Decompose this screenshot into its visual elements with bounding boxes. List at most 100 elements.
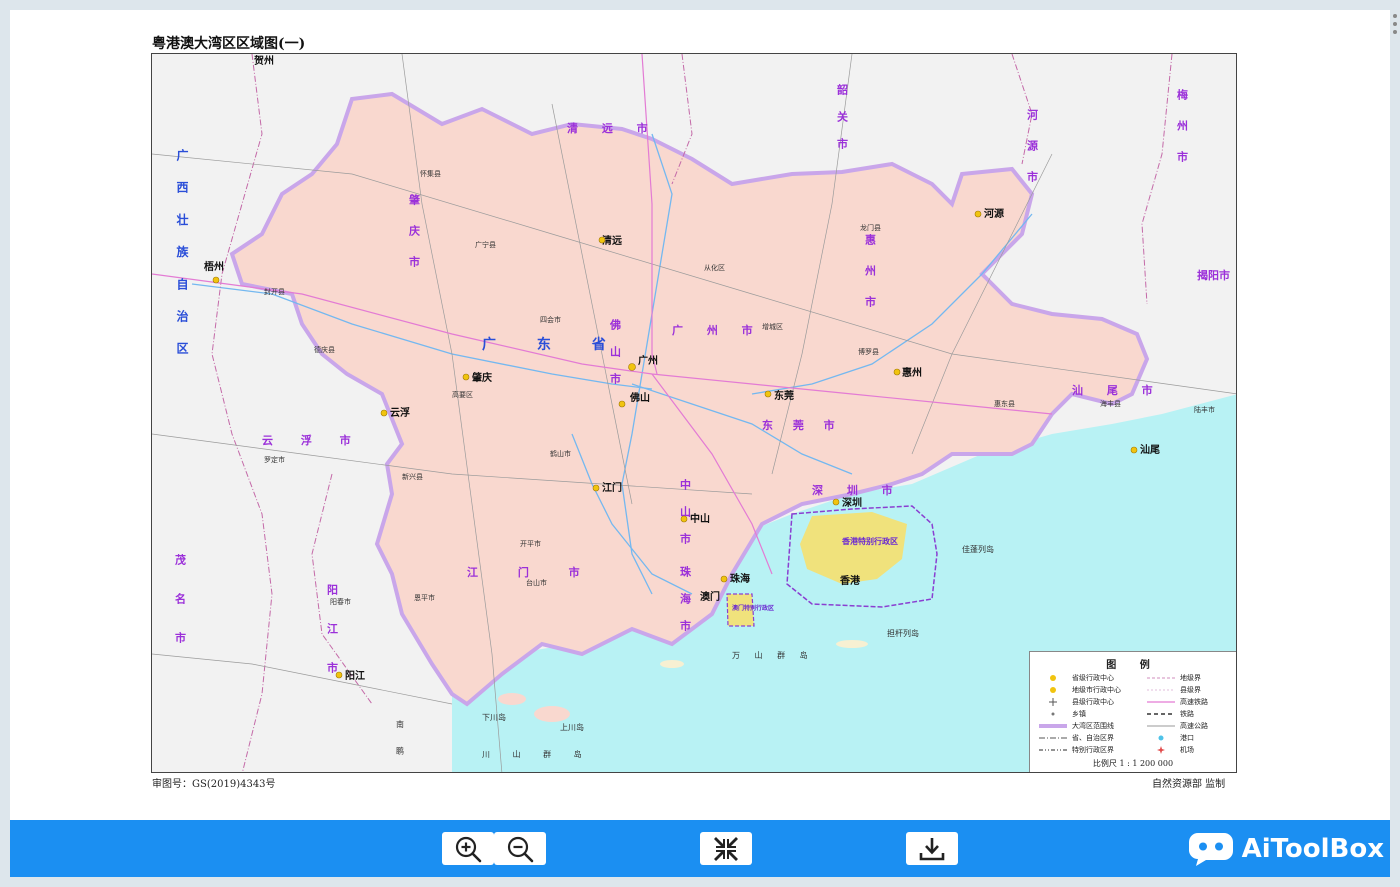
city-label-dongguan: 东莞 [774, 389, 794, 402]
island-xiachuan [498, 693, 526, 705]
viewer-frame: 粤港澳大湾区区域图(一) 广 西 壮 族 自 治 区 广 东 省 清 远 市 韶… [0, 0, 1400, 887]
legend-item-railway: 铁路 [1147, 709, 1194, 718]
island-label-chuanshan: 川 山 群 岛 [482, 749, 592, 759]
city-label-guangzhou: 广州 [638, 354, 658, 367]
download-button[interactable] [906, 832, 958, 865]
prefecture-label-qingyuan: 清 远 市 [567, 121, 658, 135]
city-label-zhongshan: 中山 [690, 512, 710, 525]
city-label-yunfu: 云浮 [390, 406, 410, 419]
city-label-jiangmen: 江门 [602, 481, 622, 494]
zoom-in-icon [455, 836, 482, 862]
legend-item-prefecture-city: 地级市行政中心 [1034, 684, 1121, 695]
zoom-in-button[interactable] [442, 832, 494, 865]
brand-logo: AiToolBox [1188, 829, 1384, 869]
legend-item-port: 港口 [1142, 732, 1194, 743]
prefecture-label-yunfu: 云 浮 市 [262, 433, 363, 447]
zoom-out-icon [507, 836, 534, 862]
zoom-out-button[interactable] [494, 832, 546, 865]
county-label-longmen: 龙门县 [860, 223, 881, 232]
prefecture-label-meizhou: 梅 州 市 [1176, 88, 1190, 170]
island-wanshan [660, 660, 684, 668]
prefecture-label-huizhou: 惠 州 市 [864, 233, 878, 315]
prefecture-label-jieyang: 揭阳市 [1197, 268, 1230, 282]
city-label-shenzhen: 深圳 [842, 496, 862, 509]
legend-item-provincial-capital: 省级行政中心 [1034, 672, 1114, 683]
county-label-xinxing: 新兴县 [402, 472, 423, 481]
county-label-haifeng: 海丰县 [1100, 399, 1121, 408]
county-label-boluo: 博罗县 [858, 347, 879, 356]
county-label-enping: 恩平市 [414, 593, 435, 602]
legend-item-prefecture-boundary: 地级界 [1147, 673, 1201, 682]
prefecture-label-heyuan: 河 源 市 [1026, 108, 1039, 190]
prefecture-label-jiangmen: 江 门 市 [467, 565, 598, 579]
legend-scale: 比例尺 1 : 1 200 000 [1092, 759, 1174, 768]
county-label-kaiping: 开平市 [520, 539, 541, 548]
island-label-shangchuan: 上川岛 [560, 722, 584, 732]
prefecture-label-zhuhai: 珠 海 市 [679, 565, 692, 637]
download-icon [919, 837, 945, 860]
prefecture-label-shanwei: 汕 尾 市 [1072, 383, 1163, 397]
city-label-zhaoqing: 肇庆 [471, 371, 492, 384]
viewer-toolbar: AiToolBox [10, 820, 1390, 877]
chat-bubble-icon [1188, 833, 1233, 866]
county-label-fengkai: 封开县 [264, 287, 285, 296]
island-label-xiachuan: 下川岛 [482, 712, 506, 722]
map-legend: 图 例 省级行政中心 地级市行政中心 县级行政中心 乡镇 大湾区范围线 省、自治… [1029, 651, 1236, 772]
county-label-sihui: 四会市 [540, 315, 561, 324]
island-label-nanpeng: 南 鹏 列 岛 [396, 719, 405, 773]
legend-title: 图 例 [1106, 660, 1160, 671]
prefecture-label-shenzhen: 深 圳 市 [812, 483, 903, 497]
city-label-zhuhai: 珠海 [730, 572, 750, 585]
legend-item-sar-boundary: 特别行政区界 [1039, 745, 1114, 754]
legend-item-province-boundary: 省、自治区界 [1039, 733, 1114, 742]
legend-item-county-boundary: 县级界 [1147, 685, 1201, 694]
prefecture-label-shaoguan: 韶 关 市 [836, 83, 849, 155]
legend-item-high-speed-rail: 高速铁路 [1147, 697, 1208, 706]
county-label-luoding: 罗定市 [264, 455, 285, 464]
prefecture-label-foshan: 佛 山 市 [609, 318, 623, 390]
legend-item-county: 县级行政中心 [1034, 696, 1114, 707]
county-label-lufeng: 陆丰市 [1194, 405, 1215, 414]
island-shangchuan [534, 706, 570, 722]
island-label-wanshan: 万 山 群 岛 [732, 650, 814, 660]
county-label-yangchun: 阳春市 [330, 597, 351, 606]
county-label-heshan: 鹤山市 [550, 449, 571, 458]
legend-item-expressway: 高速公路 [1147, 721, 1208, 730]
city-label-huizhou: 惠州 [902, 366, 922, 379]
county-label-guangning: 广宁县 [475, 240, 496, 249]
county-label-gaoyao: 高要区 [452, 390, 473, 399]
island-dangan [836, 640, 868, 648]
prefecture-label-dongguan: 东 莞 市 [762, 418, 843, 432]
prefecture-label-maoming: 茂 名 市 [174, 553, 187, 655]
city-label-heyuan: 河源 [984, 207, 1004, 220]
review-number: 审图号：GS(2019)4343号 [152, 779, 276, 790]
province-label-guangxi: 广 西 壮 族 自 治 区 [175, 148, 189, 363]
fit-screen-button[interactable] [700, 832, 752, 865]
publisher: 自然资源部 监制 [1152, 779, 1226, 790]
county-label-conghua: 从化区 [704, 263, 725, 272]
county-label-taishan: 台山市 [526, 578, 547, 587]
brand-name: AiToolBox [1241, 834, 1384, 864]
label-macau-sar: 澳门特别行政区 [732, 604, 774, 612]
map-title: 粤港澳大湾区区域图(一) [152, 36, 306, 52]
city-label-hongkong: 香港 [840, 574, 861, 587]
resize-handle[interactable] [1392, 14, 1398, 38]
island-label-jiapeng: 佳蓬列岛 [962, 544, 994, 554]
province-label-guangdong: 广 东 省 [482, 336, 624, 353]
island-label-dangan: 担杆列岛 [887, 628, 919, 638]
city-label-wuzhou: 梧州 [204, 260, 224, 273]
county-label-deqing: 德庆县 [314, 345, 335, 354]
city-label-shanwei: 汕尾 [1140, 443, 1160, 456]
prefecture-label-guangzhou: 广 州 市 [672, 323, 763, 337]
city-label-macau: 澳门 [700, 590, 720, 603]
prefecture-label-zhaoqing: 肇 庆 市 [408, 193, 422, 275]
legend-item-town: 乡镇 [1034, 708, 1086, 719]
label-hong-kong-sar: 香港特别行政区 [841, 536, 898, 546]
city-label-hezhou: 贺州 [253, 54, 274, 67]
legend-item-bay-boundary: 大湾区范围线 [1039, 721, 1114, 730]
county-label-huidong: 惠东县 [994, 399, 1015, 408]
shrink-icon [714, 836, 738, 861]
county-label-zengcheng: 增城区 [762, 322, 783, 331]
city-label-yangjiang: 阳江 [345, 669, 365, 682]
city-label-foshan: 佛山 [629, 391, 650, 404]
